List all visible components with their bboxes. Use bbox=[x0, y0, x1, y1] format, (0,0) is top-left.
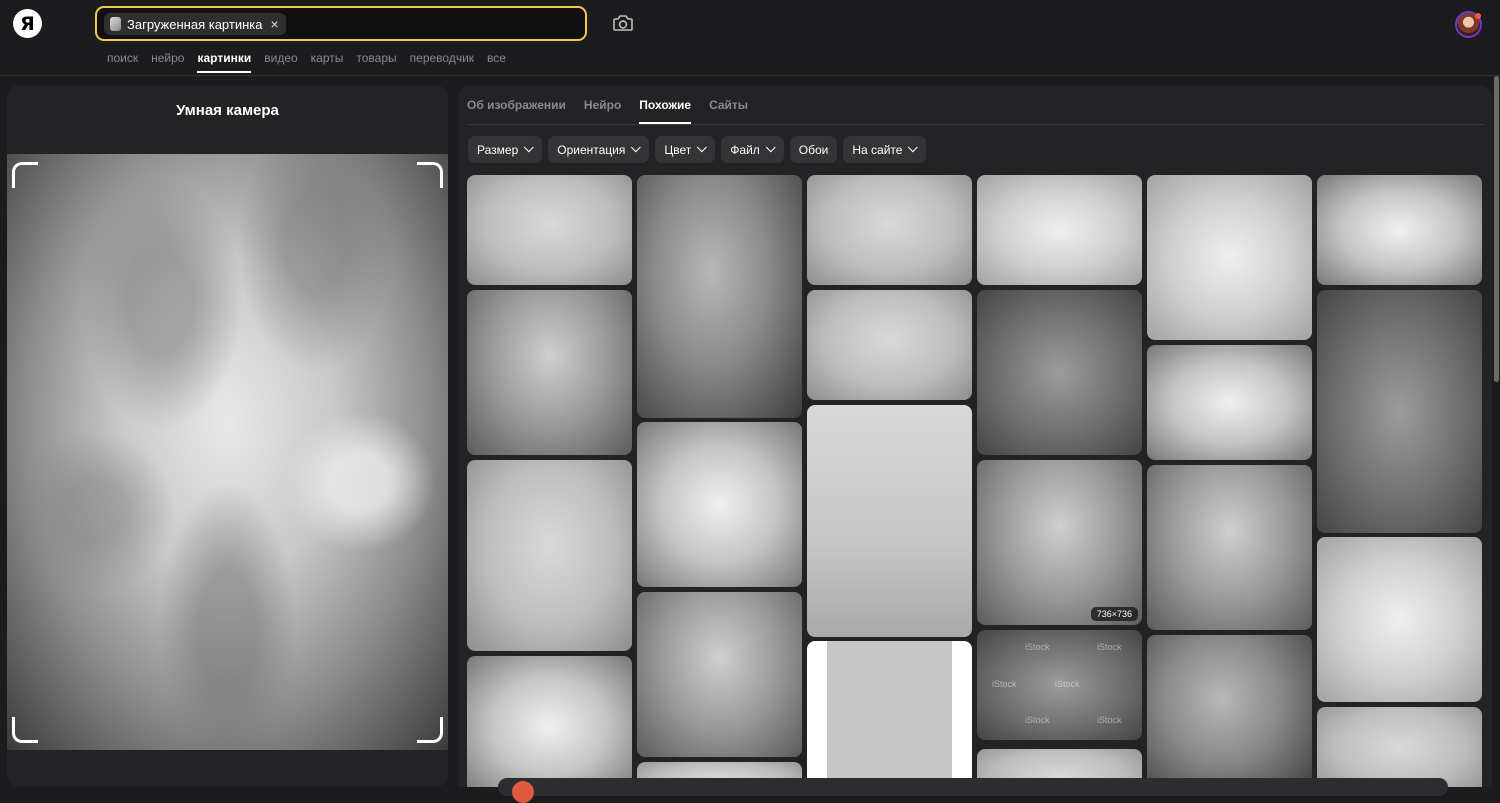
image-result[interactable] bbox=[807, 405, 972, 637]
image-result[interactable]: 736×736 bbox=[977, 460, 1142, 625]
nav-item-maps[interactable]: карты bbox=[311, 51, 344, 65]
nav-item-all[interactable]: все bbox=[487, 51, 506, 65]
uploaded-image-thumbnail bbox=[110, 17, 121, 31]
search-box[interactable]: Загруженная картинка × bbox=[95, 6, 587, 41]
tab-about-image[interactable]: Об изображении bbox=[467, 98, 566, 112]
assistant-icon[interactable] bbox=[512, 781, 534, 803]
filter-bar: Размер Ориентация Цвет Файл Обои На сайт… bbox=[468, 136, 927, 163]
watermark-text: iStock bbox=[992, 679, 1017, 689]
image-result[interactable] bbox=[1317, 707, 1482, 787]
bottom-floating-bar[interactable] bbox=[498, 778, 1448, 803]
tab-similar[interactable]: Похожие bbox=[639, 98, 691, 124]
image-result[interactable] bbox=[1147, 465, 1312, 630]
uploaded-image-chip-label: Загруженная картинка bbox=[127, 16, 263, 32]
crop-handle-top-left[interactable] bbox=[12, 162, 38, 188]
nav-item-images[interactable]: картинки bbox=[197, 51, 251, 73]
filter-color[interactable]: Цвет bbox=[655, 136, 716, 163]
search-nav: поиск нейро картинки видео карты товары … bbox=[107, 51, 506, 73]
nav-item-products[interactable]: товары bbox=[356, 51, 396, 65]
image-result[interactable] bbox=[977, 175, 1142, 285]
image-result[interactable] bbox=[1317, 290, 1482, 533]
filter-label: Ориентация bbox=[557, 142, 626, 157]
chevron-down-icon bbox=[524, 142, 534, 153]
close-icon[interactable]: × bbox=[270, 16, 278, 32]
tabs-divider bbox=[467, 124, 1484, 125]
filter-size[interactable]: Размер bbox=[468, 136, 543, 163]
image-result[interactable] bbox=[807, 641, 972, 787]
filter-on-site[interactable]: На сайте bbox=[843, 136, 927, 163]
image-result[interactable] bbox=[807, 290, 972, 400]
watermark-text: iStock bbox=[1097, 715, 1122, 725]
filter-label: Размер bbox=[477, 142, 519, 157]
chevron-down-icon bbox=[631, 142, 642, 153]
crop-handle-top-right[interactable] bbox=[417, 162, 443, 188]
image-result[interactable] bbox=[977, 290, 1142, 455]
header: Я Загруженная картинка × поиск нейро кар… bbox=[0, 0, 1500, 76]
image-result[interactable] bbox=[1317, 537, 1482, 702]
crop-handle-bottom-right[interactable] bbox=[417, 717, 443, 743]
image-result[interactable] bbox=[1317, 175, 1482, 285]
nav-item-neuro[interactable]: нейро bbox=[151, 51, 184, 65]
nav-item-search[interactable]: поиск bbox=[107, 51, 138, 65]
crop-handle-bottom-left[interactable] bbox=[12, 717, 38, 743]
image-result[interactable] bbox=[1147, 345, 1312, 460]
image-result[interactable] bbox=[1147, 175, 1312, 340]
tab-neuro[interactable]: Нейро bbox=[584, 98, 621, 112]
nav-item-video[interactable]: видео bbox=[264, 51, 297, 65]
image-result[interactable] bbox=[467, 656, 632, 787]
image-result[interactable] bbox=[637, 592, 802, 757]
image-size-badge: 736×736 bbox=[1090, 607, 1138, 621]
chevron-down-icon bbox=[765, 142, 776, 153]
chevron-down-icon bbox=[908, 142, 919, 153]
image-result[interactable] bbox=[467, 175, 632, 285]
uploaded-image-preview[interactable] bbox=[7, 154, 448, 750]
image-result[interactable] bbox=[637, 422, 802, 587]
notification-dot bbox=[1475, 13, 1481, 19]
results-panel: Об изображении Нейро Похожие Сайты Разме… bbox=[458, 85, 1492, 787]
watermark-text: iStock bbox=[1025, 715, 1050, 725]
filter-wallpapers[interactable]: Обои bbox=[789, 136, 838, 163]
image-result[interactable] bbox=[467, 460, 632, 651]
filter-label: Цвет bbox=[664, 142, 692, 157]
filter-label: Файл bbox=[730, 142, 760, 157]
image-result[interactable] bbox=[807, 175, 972, 285]
watermark-text: iStock bbox=[1097, 642, 1122, 652]
tab-sites[interactable]: Сайты bbox=[709, 98, 748, 112]
page-scrollbar[interactable] bbox=[1494, 76, 1499, 382]
filter-orientation[interactable]: Ориентация bbox=[548, 136, 650, 163]
filter-label: На сайте bbox=[852, 142, 903, 157]
image-result[interactable] bbox=[1147, 635, 1312, 787]
similar-images-grid: 736×736 iStock iStock iStock iStock iSto… bbox=[467, 175, 1483, 787]
result-tabs: Об изображении Нейро Похожие Сайты bbox=[467, 98, 748, 124]
filter-label: Обои bbox=[798, 142, 829, 157]
uploaded-image-chip[interactable]: Загруженная картинка × bbox=[104, 13, 286, 35]
chevron-down-icon bbox=[697, 142, 708, 153]
smart-camera-panel: Умная камера bbox=[7, 85, 448, 787]
camera-search-icon[interactable] bbox=[612, 13, 634, 33]
watermark-text: iStock bbox=[1055, 679, 1080, 689]
filter-file[interactable]: Файл bbox=[721, 136, 784, 163]
watermark-text: iStock bbox=[1025, 642, 1050, 652]
panel-title: Умная камера bbox=[176, 102, 279, 119]
image-result[interactable]: iStock iStock iStock iStock iStock iStoc… bbox=[977, 630, 1142, 740]
nav-item-translator[interactable]: переводчик bbox=[410, 51, 474, 65]
yandex-logo[interactable]: Я bbox=[13, 9, 42, 38]
image-result[interactable] bbox=[637, 175, 802, 418]
user-avatar[interactable] bbox=[1455, 11, 1482, 38]
image-result[interactable] bbox=[467, 290, 632, 455]
